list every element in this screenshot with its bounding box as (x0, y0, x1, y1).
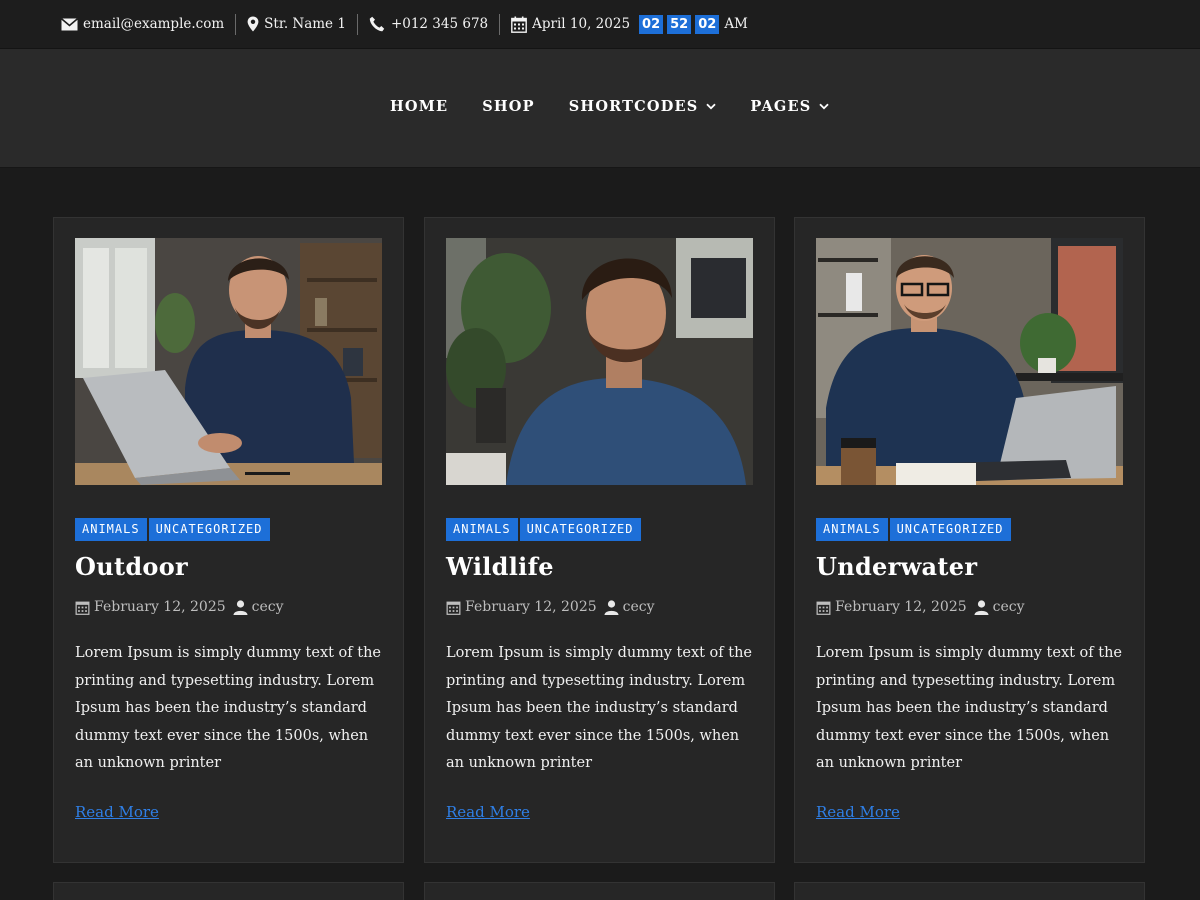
calendar-icon (816, 600, 831, 615)
post-thumbnail[interactable] (75, 238, 382, 485)
post-excerpt: Lorem Ipsum is simply dummy text of the … (75, 645, 382, 772)
topbar-phone[interactable]: +012 345 678 (369, 14, 488, 34)
tag-link[interactable]: UNCATEGORIZED (148, 518, 270, 541)
topbar-date: April 10, 2025 (511, 14, 630, 34)
tag-link[interactable]: ANIMALS (816, 518, 888, 541)
post-card: ANIMALS UNCATEGORIZED Outdoor February 1… (53, 217, 404, 863)
post-title[interactable]: Outdoor (75, 552, 188, 581)
post-card-partial (424, 882, 775, 900)
clock-seconds: 02 (695, 14, 720, 34)
post-thumbnail[interactable] (816, 238, 1123, 485)
nav-item-label: SHORTCODES (568, 98, 699, 115)
post-author[interactable]: cecy (604, 599, 655, 615)
topbar-email[interactable]: email@example.com (61, 14, 224, 34)
read-more-link[interactable]: Read More (75, 803, 159, 821)
map-pin-icon (247, 16, 259, 32)
nav-item-label: PAGES (750, 98, 812, 115)
topbar-divider (235, 13, 237, 35)
nav-menu: HOME SHOP SHORTCODES PAGES (390, 98, 830, 115)
post-card: ANIMALS UNCATEGORIZED Underwater Februar… (794, 217, 1145, 863)
calendar-icon (75, 600, 90, 615)
envelope-icon (61, 17, 78, 31)
topbar-email-text: email@example.com (83, 16, 225, 32)
tag-link[interactable]: UNCATEGORIZED (889, 518, 1011, 541)
post-tags: ANIMALS UNCATEGORIZED (816, 518, 1013, 541)
phone-icon (369, 16, 386, 32)
topbar-address: Str. Name 1 (247, 14, 346, 34)
post-title[interactable]: Underwater (816, 552, 977, 581)
topbar-address-text: Str. Name 1 (264, 16, 346, 32)
post-meta: February 12, 2025 cecy (75, 599, 284, 615)
post-tags: ANIMALS UNCATEGORIZED (446, 518, 643, 541)
post-author-name: cecy (251, 599, 284, 615)
nav-item-shortcodes[interactable]: SHORTCODES (569, 98, 717, 115)
topbar-clock: 02 52 02 AM (639, 14, 748, 34)
tag-link[interactable]: UNCATEGORIZED (519, 518, 641, 541)
post-date[interactable]: February 12, 2025 (465, 599, 597, 615)
nav-item-pages[interactable]: PAGES (750, 98, 830, 115)
topbar-date-text: April 10, 2025 (532, 16, 631, 32)
post-thumbnail[interactable] (446, 238, 753, 485)
chevron-down-icon (819, 103, 830, 110)
read-more-link[interactable]: Read More (446, 803, 530, 821)
topbar-phone-text: +012 345 678 (390, 16, 489, 32)
clock-hours: 02 (639, 14, 664, 34)
nav-item-label: SHOP (482, 98, 535, 115)
post-card-partial (794, 882, 1145, 900)
post-date[interactable]: February 12, 2025 (94, 599, 226, 615)
post-author-name: cecy (622, 599, 655, 615)
post-card-partial (53, 882, 404, 900)
chevron-down-icon (706, 103, 717, 110)
post-author[interactable]: cecy (233, 599, 284, 615)
post-card: ANIMALS UNCATEGORIZED Wildlife February … (424, 217, 775, 863)
user-icon (604, 599, 619, 615)
main-navigation: HOME SHOP SHORTCODES PAGES (0, 49, 1200, 168)
clock-ampm: AM (724, 16, 748, 32)
clock-minutes: 52 (667, 14, 692, 34)
nav-item-shop[interactable]: SHOP (482, 98, 535, 115)
topbar-divider (499, 13, 501, 35)
post-meta: February 12, 2025 cecy (816, 599, 1025, 615)
post-title[interactable]: Wildlife (446, 552, 554, 581)
post-date[interactable]: February 12, 2025 (835, 599, 967, 615)
post-tags: ANIMALS UNCATEGORIZED (75, 518, 272, 541)
tag-link[interactable]: ANIMALS (75, 518, 147, 541)
read-more-link[interactable]: Read More (816, 803, 900, 821)
topbar-divider (356, 13, 358, 35)
user-icon (974, 599, 989, 615)
post-meta: February 12, 2025 cecy (446, 599, 655, 615)
top-info-bar: email@example.com Str. Name 1 +012 345 6… (0, 0, 1200, 49)
post-author[interactable]: cecy (974, 599, 1025, 615)
post-excerpt: Lorem Ipsum is simply dummy text of the … (446, 645, 753, 772)
nav-item-home[interactable]: HOME (390, 98, 448, 115)
user-icon (233, 599, 248, 615)
post-author-name: cecy (992, 599, 1025, 615)
nav-item-label: HOME (390, 98, 449, 115)
tag-link[interactable]: ANIMALS (446, 518, 518, 541)
post-excerpt: Lorem Ipsum is simply dummy text of the … (816, 645, 1123, 772)
calendar-icon (446, 600, 461, 615)
calendar-icon (511, 16, 528, 33)
